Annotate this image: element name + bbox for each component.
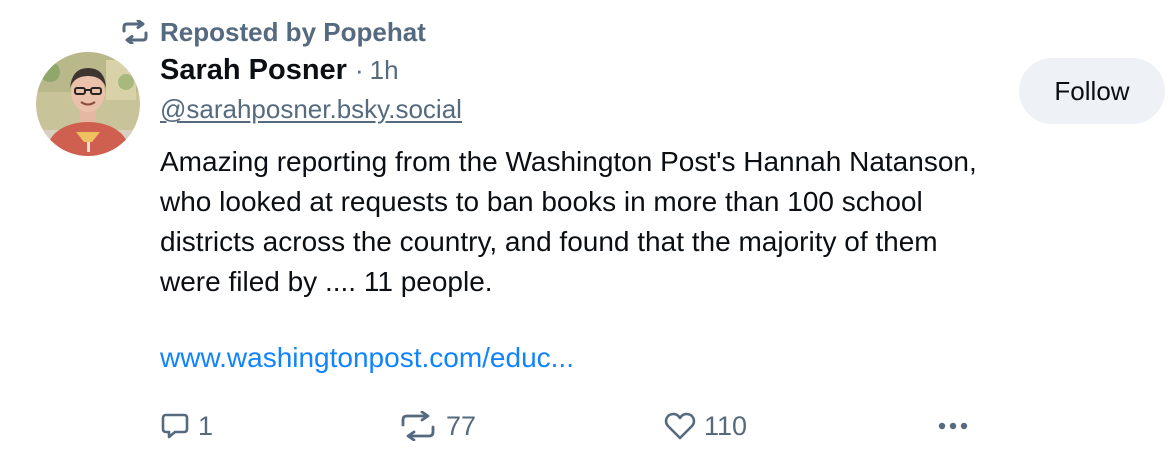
reply-button[interactable]: 1 [160,404,213,448]
post-actions: 1 77 110 [0,404,1176,448]
separator-dot: · [354,55,364,85]
author-name[interactable]: Sarah Posner [160,54,347,87]
heart-icon [664,411,696,441]
post-text-line: districts across the country, and found … [160,226,938,257]
repost-label: Reposted by Popehat [160,16,426,47]
avatar[interactable] [36,52,140,156]
reply-icon [160,411,190,441]
post-text-line: who looked at requests to ban books in m… [160,186,923,217]
repost-indicator[interactable]: Reposted by Popehat [120,14,426,50]
post-link[interactable]: www.washingtonpost.com/educ... [160,338,574,378]
post-text-line: were filed by .... 11 people. [160,266,493,297]
repost-button[interactable]: 77 [398,404,476,448]
more-options-button[interactable] [936,404,970,448]
like-count: 110 [704,410,748,441]
repost-icon [398,411,438,441]
author-handle[interactable]: @sarahposner.bsky.social [160,94,462,125]
repost-icon [120,20,150,44]
post-timestamp[interactable]: 1h [370,55,399,86]
like-button[interactable]: 110 [664,404,747,448]
post-text: Amazing reporting from the Washington Po… [160,142,1150,302]
repost-count: 77 [446,410,477,441]
reply-count: 1 [198,410,214,441]
more-icon [936,411,970,441]
author-row: Sarah Posner · 1h [160,54,399,94]
follow-button[interactable]: Follow [1019,58,1165,124]
post-text-line: Amazing reporting from the Washington Po… [160,146,977,177]
